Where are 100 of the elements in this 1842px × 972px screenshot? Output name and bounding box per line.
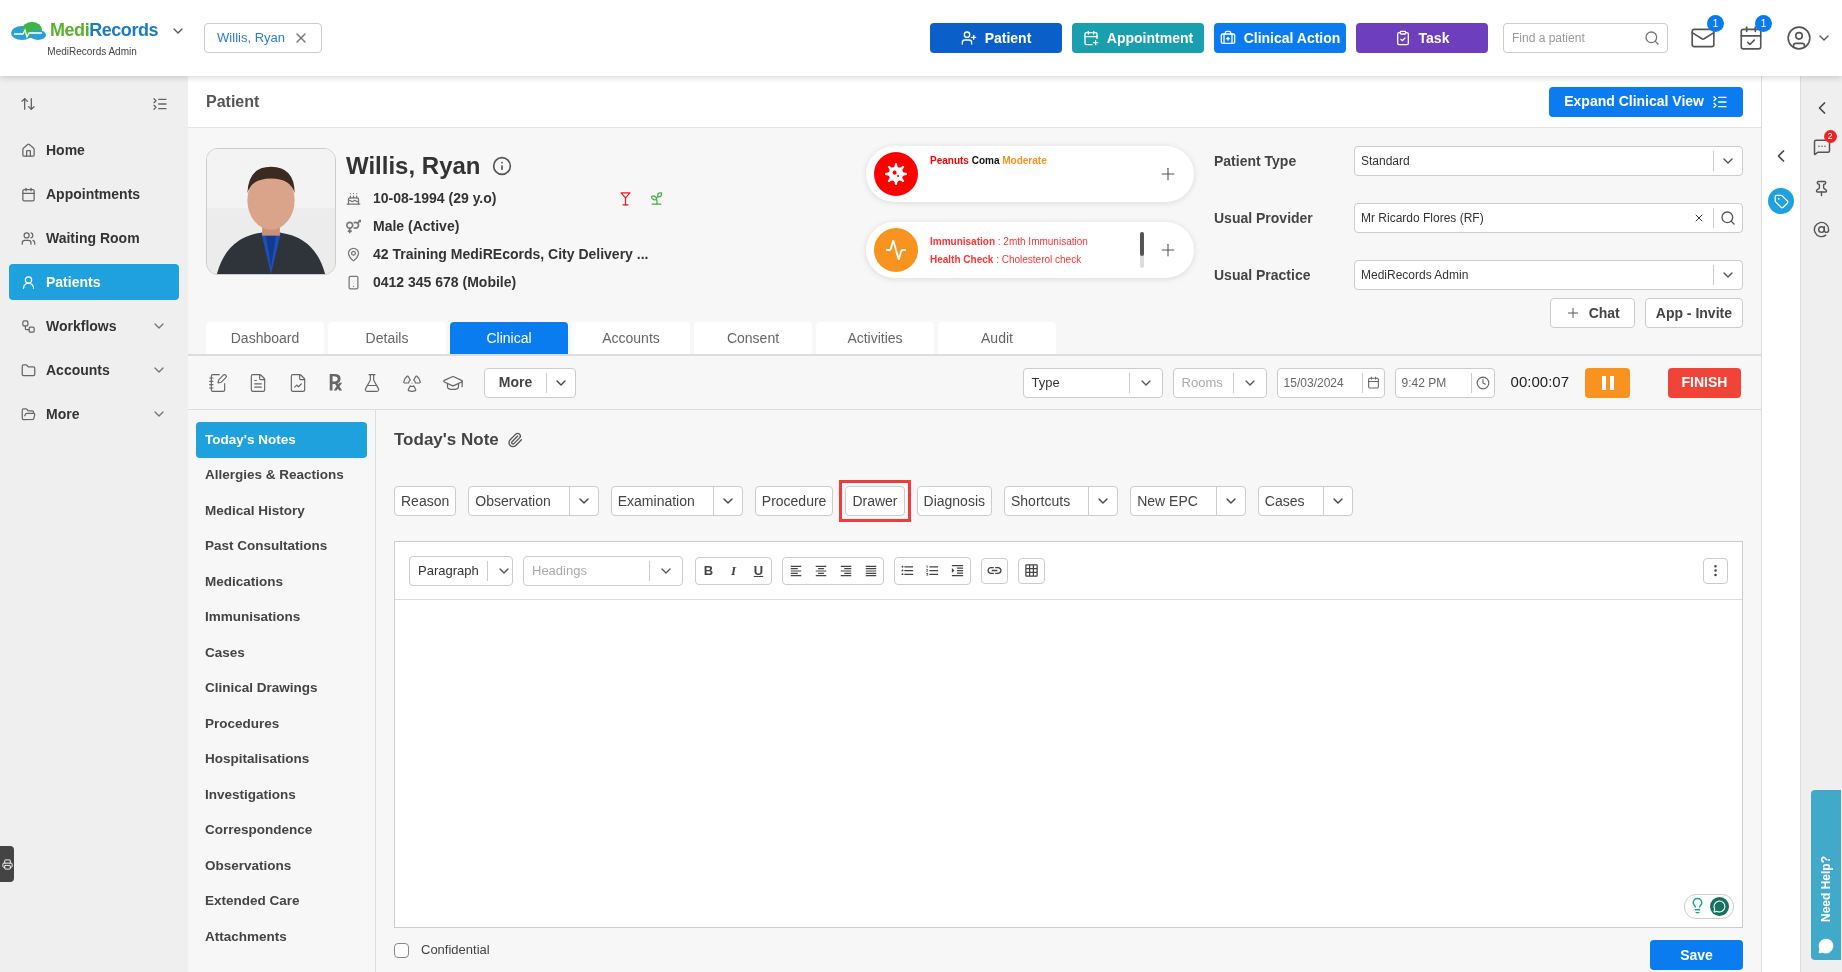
workflow-icon <box>21 318 36 334</box>
tab[interactable]: Consent <box>694 322 812 354</box>
section-button[interactable]: Examination <box>610 486 743 516</box>
patient-address: 42 Training MediREcords, City Delivery ... <box>373 244 649 264</box>
edit-note-icon[interactable] <box>208 372 228 393</box>
section-button[interactable]: New EPC <box>1130 486 1246 516</box>
note-menu-item[interactable]: Allergies & Reactions <box>196 457 367 493</box>
bullet-list-icon[interactable] <box>900 563 915 578</box>
time-field[interactable]: 9:42 PM <box>1394 367 1495 398</box>
collapse-menu-icon[interactable] <box>152 96 168 112</box>
resize-icon[interactable] <box>20 96 36 112</box>
more-button[interactable]: More <box>484 367 576 398</box>
consult-timer: 00:00:07 <box>1510 372 1569 393</box>
search-icon[interactable] <box>1720 210 1736 226</box>
tab[interactable]: Dashboard <box>206 322 324 354</box>
printer-icon[interactable] <box>1 858 13 870</box>
sidebar-item[interactable]: More <box>9 396 179 432</box>
tab[interactable]: Accounts <box>572 322 690 354</box>
action-button[interactable]: Task <box>1356 23 1488 53</box>
note-menu-item[interactable]: Past Consultations <box>196 528 367 564</box>
action-button[interactable]: Clinical Action <box>1214 23 1346 53</box>
indent-icon[interactable] <box>950 563 965 578</box>
cake-icon <box>346 190 361 206</box>
note-menu-item[interactable]: Immunisations <box>196 599 367 635</box>
action-button[interactable]: Patient <box>930 23 1062 53</box>
people-icon <box>21 230 36 246</box>
prescription-icon[interactable]: ℞ <box>328 371 342 394</box>
field-label: Usual Provider <box>1214 208 1314 228</box>
pin-icon[interactable] <box>1813 180 1830 197</box>
align-right-icon[interactable] <box>838 563 853 578</box>
note-menu-item[interactable]: Attachments <box>196 919 367 955</box>
tab[interactable]: Details <box>328 322 446 354</box>
align-center-icon[interactable] <box>813 563 828 578</box>
sidebar-item[interactable]: Workflows <box>9 308 179 344</box>
note-editor[interactable]: Paragraph Headings B I U <box>394 541 1743 928</box>
info-icon[interactable] <box>492 156 513 176</box>
invite-button[interactable]: App - Invite <box>1644 298 1743 328</box>
note-menu-item[interactable]: Hospitalisations <box>196 741 367 777</box>
chat-button[interactable]: Chat <box>1549 298 1635 328</box>
clock-icon <box>1475 375 1490 390</box>
align-left-icon[interactable] <box>788 563 803 578</box>
tag-icon[interactable] <box>1773 193 1789 209</box>
paperclip-icon[interactable] <box>506 432 523 448</box>
assistant-icon[interactable] <box>1713 900 1726 913</box>
document-icon[interactable] <box>248 372 268 393</box>
confidential-checkbox[interactable] <box>394 942 409 958</box>
numbered-list-icon[interactable] <box>925 563 940 578</box>
note-menu-item[interactable]: Investigations <box>196 777 367 813</box>
patient-name: Willis, Ryan <box>346 151 481 181</box>
select-field[interactable]: Standard <box>1354 146 1743 176</box>
align-justify-icon[interactable] <box>863 563 878 578</box>
tab[interactable]: Activities <box>816 322 934 354</box>
section-button[interactable]: Drawer <box>839 480 911 522</box>
chart-document-icon[interactable] <box>288 372 308 393</box>
note-menu-item[interactable]: Correspondence <box>196 812 367 848</box>
paragraph-select[interactable]: Paragraph <box>409 555 513 586</box>
sidebar-item[interactable]: Appointments <box>9 176 179 212</box>
calendar-check-icon[interactable] <box>1738 25 1764 51</box>
scrollbar-thumb[interactable] <box>1140 232 1144 256</box>
section-button[interactable]: Diagnosis <box>916 486 992 516</box>
field-label: Patient Type <box>1214 151 1298 171</box>
section-button[interactable]: Observation <box>468 486 599 516</box>
clipboard-icon <box>1394 30 1411 46</box>
note-menu-item[interactable]: Medical History <box>196 493 367 529</box>
note-menu-item[interactable]: Extended Care <box>196 883 367 919</box>
lookup-field[interactable]: Mr Ricardo Flores (RF) <box>1354 203 1743 233</box>
calendar-icon <box>21 186 36 202</box>
search-field[interactable]: Find a patient <box>1503 23 1668 53</box>
user-avatar-icon[interactable] <box>1786 25 1812 51</box>
select-field[interactable]: MediRecords Admin <box>1354 260 1743 290</box>
sidebar-item[interactable]: Home <box>9 132 179 168</box>
section-button[interactable]: Shortcuts <box>1004 486 1119 516</box>
patient-tab[interactable]: Willis, Ryan <box>204 23 322 53</box>
section-button[interactable]: Cases <box>1257 486 1353 516</box>
note-menu-item[interactable]: Observations <box>196 848 367 884</box>
tab[interactable]: Audit <box>938 322 1056 354</box>
bold-button[interactable]: B <box>696 557 721 584</box>
italic-button[interactable]: I <box>721 557 746 584</box>
note-menu-item[interactable]: Cases <box>196 635 367 671</box>
note-menu-item[interactable]: Procedures <box>196 706 367 742</box>
clear-icon[interactable] <box>1693 212 1705 224</box>
note-menu-item[interactable]: Medications <box>196 564 367 600</box>
type-select[interactable]: Type <box>1022 367 1163 398</box>
section-button[interactable]: Reason <box>394 486 457 516</box>
mention-icon[interactable] <box>1813 221 1830 238</box>
date-field[interactable]: 15/03/2024 <box>1276 367 1385 398</box>
sidebar-item[interactable]: Waiting Room <box>9 220 179 256</box>
underline-button[interactable]: U <box>746 557 771 584</box>
chat-icon[interactable] <box>1812 138 1831 156</box>
radiation-icon[interactable] <box>402 372 422 393</box>
flask-icon[interactable] <box>362 372 382 393</box>
finish-button[interactable]: FINISH <box>1668 367 1741 398</box>
virus-icon <box>885 163 907 185</box>
expand-view-button[interactable]: Expand Clinical View <box>1549 86 1743 117</box>
section-button[interactable]: Procedure <box>754 486 834 516</box>
note-menu-item[interactable]: Clinical Drawings <box>196 670 367 706</box>
tab[interactable]: Clinical <box>450 322 568 354</box>
table-icon[interactable] <box>1024 563 1039 578</box>
sidebar-item[interactable]: Accounts <box>9 352 179 388</box>
save-button[interactable]: Save <box>1650 940 1743 970</box>
